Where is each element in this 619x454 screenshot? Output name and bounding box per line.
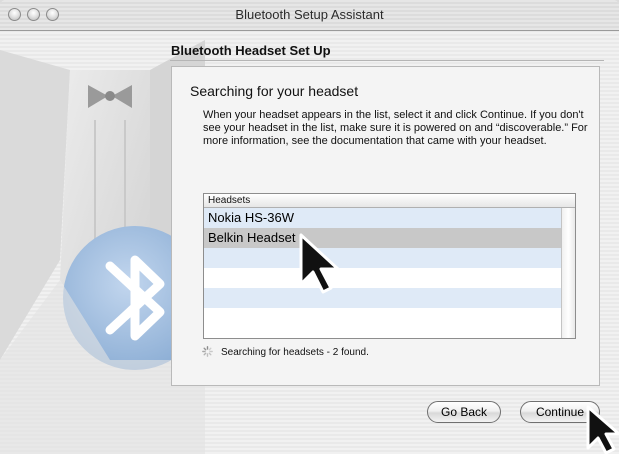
title-bar: Bluetooth Setup Assistant <box>0 0 619 31</box>
empty-row <box>204 248 561 268</box>
window-title: Bluetooth Setup Assistant <box>235 7 384 22</box>
headsets-list[interactable]: Headsets Nokia HS-36W Belkin Headset <box>203 193 576 339</box>
status-text: Searching for headsets - 2 found. <box>221 347 369 358</box>
search-status: Searching for headsets - 2 found. <box>202 346 369 358</box>
empty-row <box>204 308 561 328</box>
list-column-header[interactable]: Headsets <box>204 194 575 208</box>
list-item[interactable]: Nokia HS-36W <box>204 208 561 228</box>
divider <box>170 60 604 61</box>
list-item-selected[interactable]: Belkin Headset <box>204 228 561 248</box>
panel-heading: Searching for your headset <box>190 83 359 99</box>
spinner-icon <box>202 346 213 357</box>
empty-row <box>204 268 561 288</box>
empty-row <box>204 288 561 308</box>
search-panel: Searching for your headset When your hea… <box>171 66 600 386</box>
instructions-text: When your headset appears in the list, s… <box>203 109 588 147</box>
section-title: Bluetooth Headset Set Up <box>171 43 331 58</box>
vertical-scrollbar[interactable] <box>561 208 575 338</box>
setup-window: Bluetooth Setup Assistant Bluetooth Head… <box>0 0 619 454</box>
list-rows: Nokia HS-36W Belkin Headset <box>204 208 561 328</box>
mouse-pointer-icon <box>586 405 619 454</box>
mouse-pointer-icon <box>299 233 340 294</box>
go-back-button[interactable]: Go Back <box>427 401 501 423</box>
